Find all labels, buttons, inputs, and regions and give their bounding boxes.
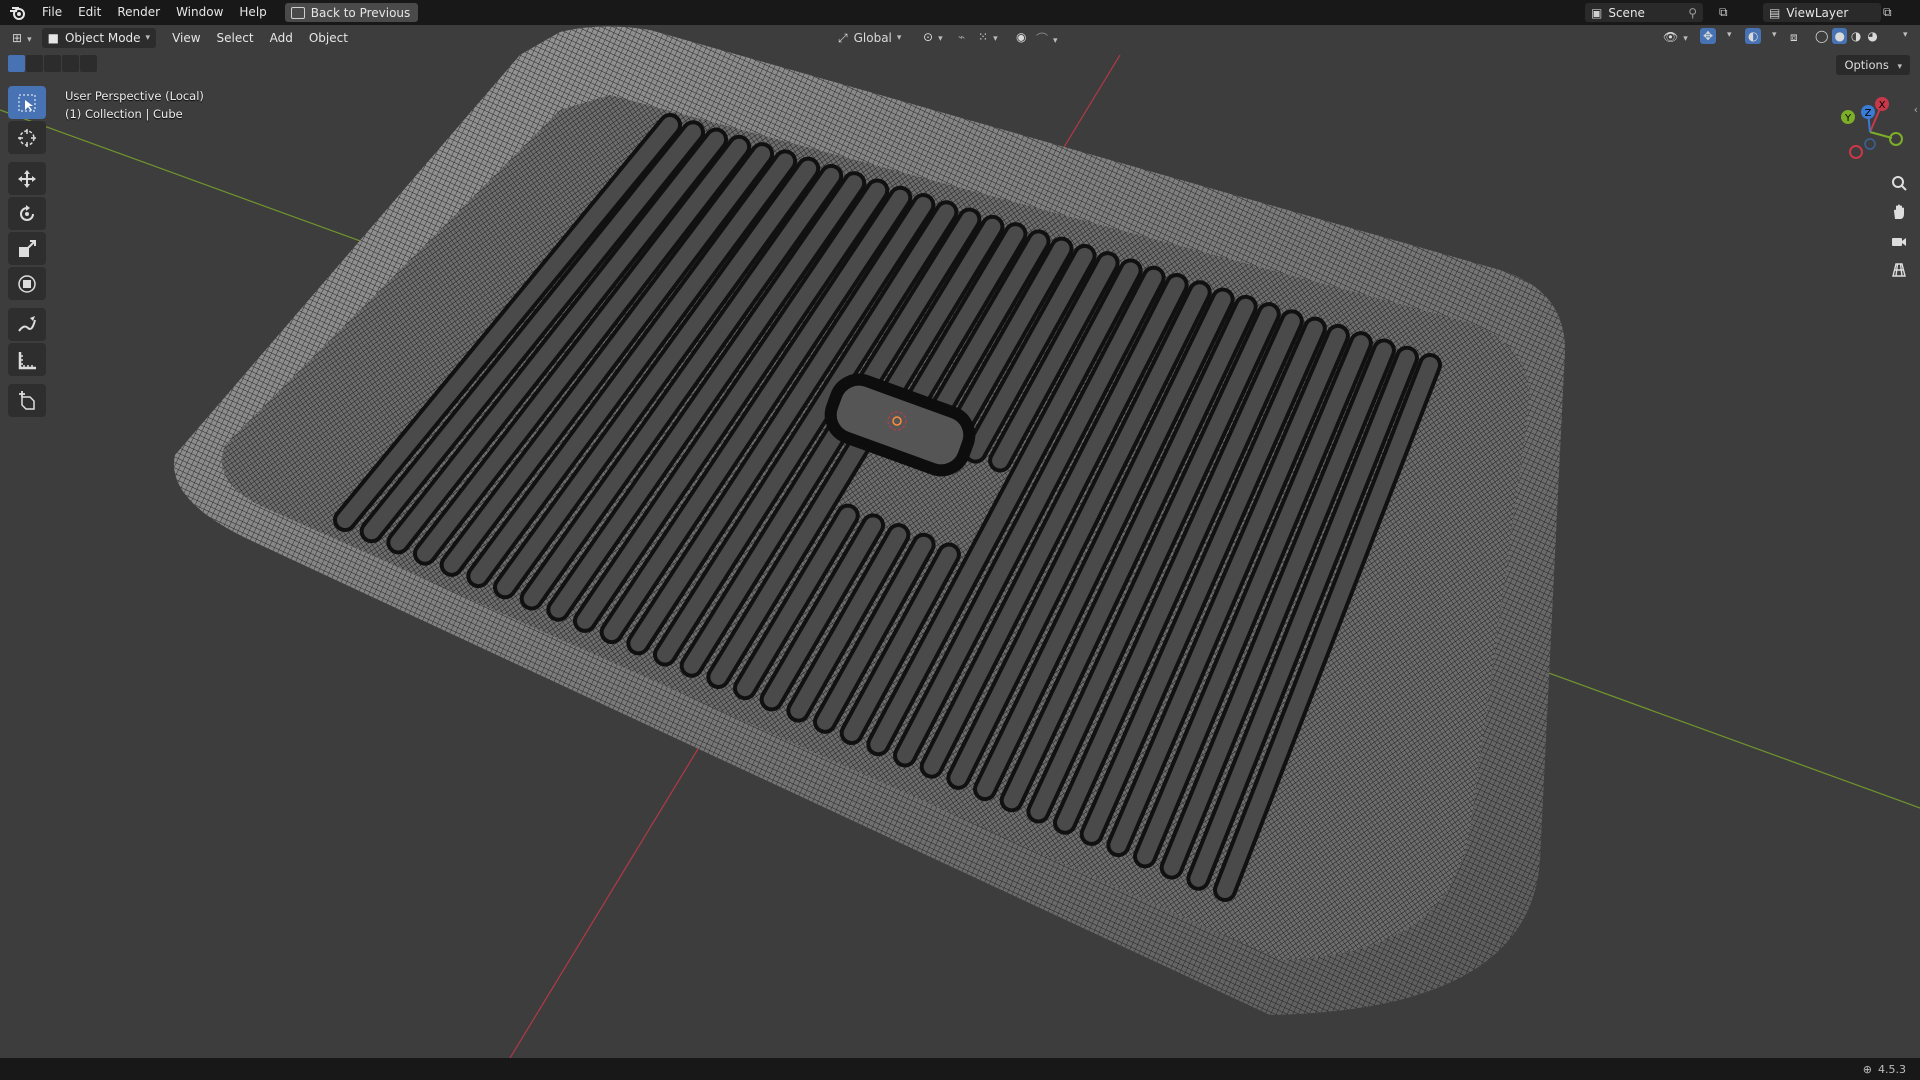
pencil-icon (18, 315, 36, 332)
select-extend-icon[interactable] (26, 55, 43, 72)
chevron-down-icon: ▾ (1897, 62, 1902, 72)
pan-button[interactable] (1886, 199, 1912, 225)
network-icon: ⊕ (1862, 1062, 1872, 1076)
add-cube-icon (19, 390, 35, 410)
scene-selector[interactable]: ▣ Scene ⚲ (1585, 3, 1703, 22)
menu-object[interactable]: Object (301, 25, 356, 51)
zoom-button[interactable] (1886, 170, 1912, 196)
transform-icon (18, 274, 36, 293)
menu-help[interactable]: Help (231, 0, 274, 25)
snap-target-icon[interactable]: ⁙ ▾ (978, 30, 998, 44)
mode-label: Object Mode (64, 31, 141, 45)
perspective-label: User Perspective (Local) (65, 89, 204, 103)
select-subtract-icon[interactable] (44, 55, 61, 72)
solid-shading-icon[interactable]: ● (1832, 28, 1847, 44)
ruler-icon (18, 351, 36, 369)
gizmo-y-label: Y (1844, 113, 1852, 124)
gizmo-toggle-icon[interactable]: ✥ (1700, 28, 1717, 44)
navigation-gizmo[interactable]: X Z Y (1830, 92, 1910, 172)
wireframe-shading-icon[interactable]: ◯ (1813, 28, 1830, 44)
options-label: Options (1844, 58, 1889, 72)
select-box-tool[interactable] (8, 86, 46, 119)
rotate-icon (20, 204, 34, 221)
falloff-icon[interactable]: ⌒ ▾ (1036, 30, 1058, 47)
window-icon (290, 6, 305, 19)
hand-icon (1894, 204, 1904, 219)
view-layer-icon: ▤ (1769, 5, 1781, 20)
material-shading-icon[interactable]: ◑ (1849, 28, 1863, 44)
sidebar-toggle-icon[interactable]: ‹ (1914, 103, 1918, 116)
select-new-icon[interactable] (8, 55, 25, 72)
annotate-tool[interactable] (8, 308, 46, 341)
viewport-info: User Perspective (Local) (1) Collection … (65, 87, 204, 123)
collection-label: (1) Collection | Cube (65, 107, 183, 121)
viewport-header: ⊞ ▾ ■ Object Mode ▾ View Select Add Objec… (0, 25, 1920, 51)
back-to-previous-button[interactable]: Back to Previous (284, 3, 419, 22)
magnifier-icon (1892, 176, 1907, 191)
gizmo-dropdown-icon[interactable]: ▾ (1727, 30, 1732, 40)
chevron-down-icon: ▾ (896, 33, 902, 43)
add-cube-tool[interactable] (8, 384, 46, 417)
viewport-canvas[interactable] (0, 0, 1920, 1080)
selection-mode-group (8, 55, 97, 72)
transform-tool[interactable] (8, 267, 46, 300)
tool-shelf (8, 86, 48, 419)
cursor-tool[interactable] (8, 121, 46, 154)
camera-icon (1892, 238, 1906, 246)
xray-toggle-icon[interactable]: ⧈ (1790, 30, 1798, 45)
rendered-shading-icon[interactable]: ◕ (1865, 28, 1879, 44)
perspective-toggle-button[interactable] (1886, 257, 1912, 283)
mode-dropdown[interactable]: ■ Object Mode ▾ (41, 28, 157, 48)
view-layer-name: ViewLayer (1786, 5, 1849, 20)
select-invert-icon[interactable] (62, 55, 79, 72)
back-to-previous-label: Back to Previous (310, 5, 411, 20)
cursor-arrow-icon (18, 94, 36, 111)
measure-tool[interactable] (8, 343, 46, 376)
gizmo-x-label: X (1879, 100, 1886, 111)
menu-view[interactable]: View (164, 25, 208, 51)
orientation-label: Global (853, 31, 892, 45)
move-tool[interactable] (8, 162, 46, 195)
blender-logo-icon[interactable] (8, 3, 28, 23)
move-arrows-icon (18, 169, 36, 188)
pivot-point-icon[interactable]: ⊙ ▾ (923, 30, 943, 44)
view-layer-selector[interactable]: ▤ ViewLayer (1763, 3, 1881, 22)
scale-icon (19, 239, 36, 257)
overlays-toggle-icon[interactable]: ◐ (1745, 28, 1762, 44)
camera-view-button[interactable] (1886, 228, 1912, 254)
object-mode-icon: ■ (47, 31, 59, 45)
status-bar: ⊕ 4.5.3 (0, 1058, 1920, 1080)
crosshair-icon (18, 128, 36, 147)
menu-add[interactable]: Add (262, 25, 301, 51)
scene-icon: ▣ (1591, 5, 1603, 20)
overlays-dropdown-icon[interactable]: ▾ (1772, 30, 1777, 40)
orientation-icon: ⤢ (838, 30, 848, 45)
scale-tool[interactable] (8, 232, 46, 265)
chevron-down-icon: ▾ (145, 33, 151, 43)
editor-type-icon[interactable]: ⊞ ▾ (12, 31, 32, 45)
menu-edit[interactable]: Edit (70, 0, 109, 25)
menu-window[interactable]: Window (168, 0, 231, 25)
grid-icon (1892, 263, 1906, 277)
gizmo-z-label: Z (1865, 108, 1872, 119)
pin-icon[interactable]: ⚲ (1688, 6, 1697, 20)
shading-mode-group: ◯ ● ◑ ◕ (1813, 28, 1880, 44)
menu-select[interactable]: Select (209, 25, 262, 51)
options-dropdown[interactable]: Options ▾ (1836, 55, 1910, 75)
snap-icon[interactable]: ⌁ (958, 30, 965, 44)
transform-orientation-dropdown[interactable]: ⤢ Global ▾ (838, 28, 901, 48)
visibility-icon[interactable]: 👁 ▾ (1663, 30, 1688, 44)
select-intersect-icon[interactable] (80, 55, 97, 72)
version-label: 4.5.3 (1878, 1062, 1906, 1076)
proportional-edit-icon[interactable]: ◉ (1016, 30, 1026, 44)
scene-name: Scene (1608, 5, 1645, 20)
menu-file[interactable]: File (34, 0, 70, 25)
new-view-layer-icon[interactable]: ⧉ (1883, 5, 1892, 20)
top-menu-bar: File Edit Render Window Help Back to Pre… (0, 0, 1920, 25)
shading-dropdown-icon[interactable]: ▾ (1903, 30, 1908, 40)
menu-render[interactable]: Render (109, 0, 168, 25)
new-scene-icon[interactable]: ⧉ (1719, 5, 1728, 20)
rotate-tool[interactable] (8, 197, 46, 230)
